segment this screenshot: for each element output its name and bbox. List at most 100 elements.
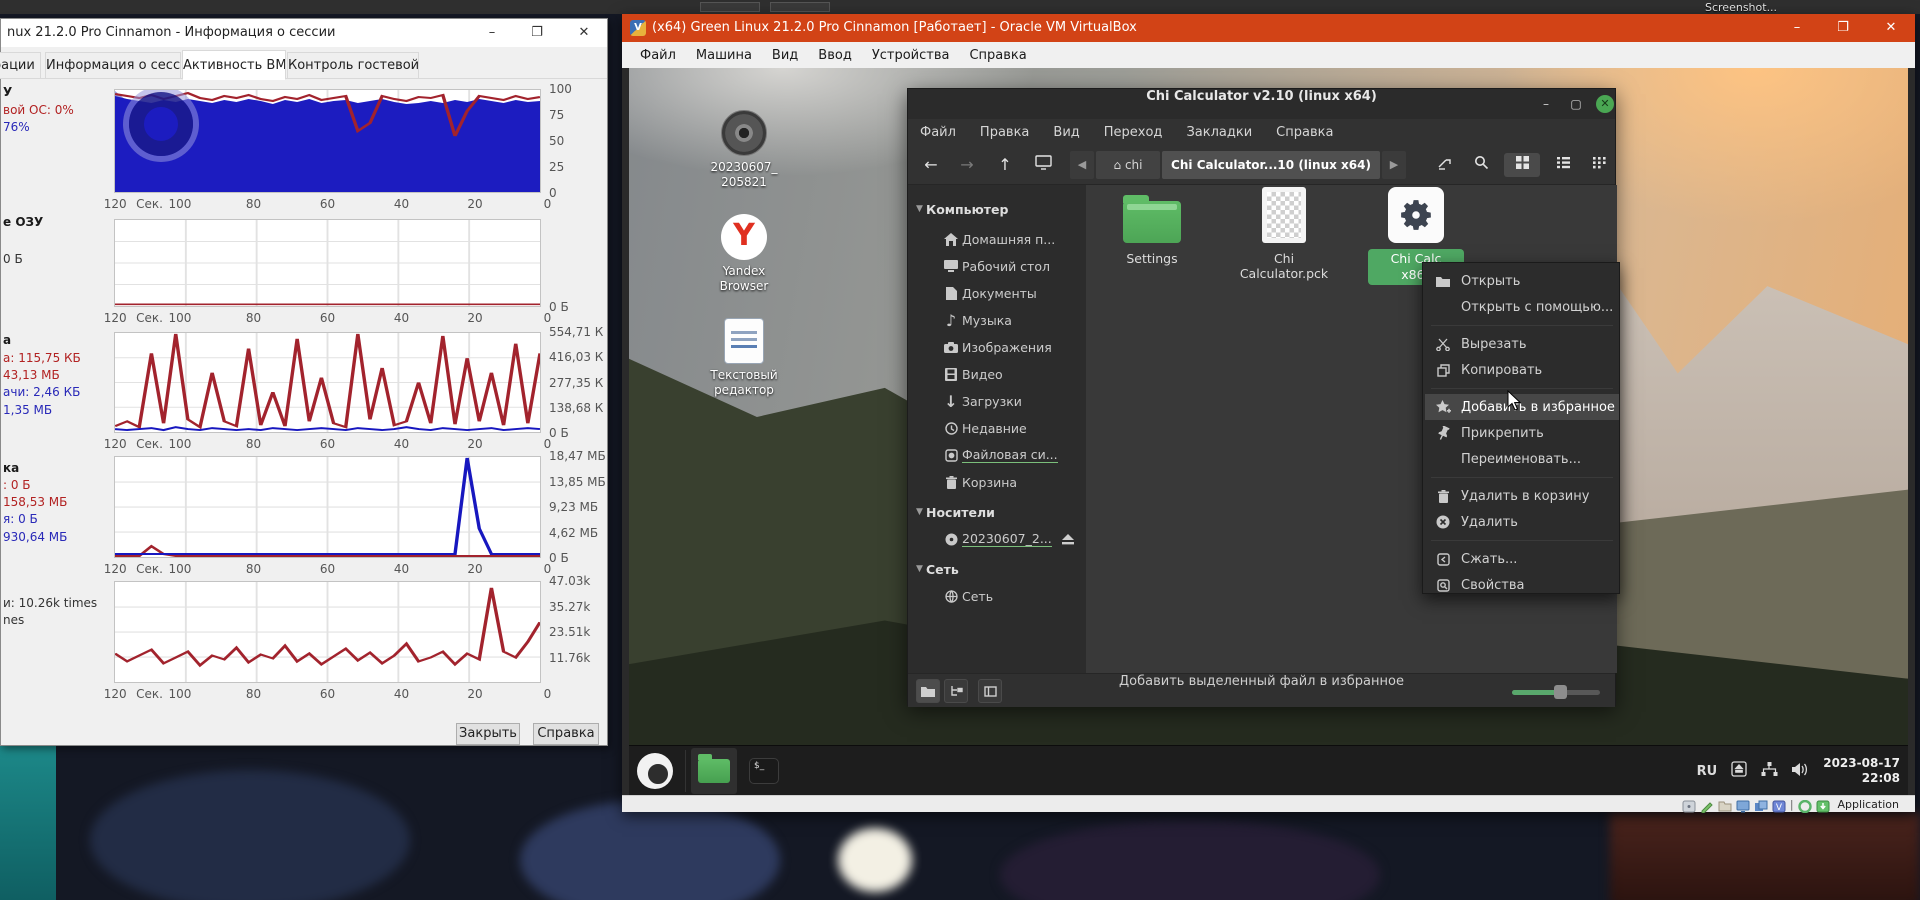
virtualization-icon[interactable]: V [1772, 798, 1786, 813]
tab-configuration[interactable]: урации [0, 52, 41, 79]
sidebar-section-media[interactable]: ▼ Носители [908, 500, 1086, 524]
chevron-down-icon[interactable]: ▼ [908, 204, 926, 214]
up-button[interactable]: ↑ [992, 153, 1018, 177]
tab-vm-activity[interactable]: Активность ВМ [182, 50, 286, 80]
sidebar-item-videos[interactable]: Видео [908, 362, 1086, 386]
context-item-open-with[interactable]: Открыть с помощью... [1425, 294, 1619, 320]
cinnamon-menu-button[interactable] [637, 753, 673, 789]
taskbar-file-manager[interactable] [691, 748, 737, 794]
folder-icon[interactable] [1718, 798, 1732, 811]
desktop-icon-yandex-browser[interactable]: Y Yandex Browser [698, 214, 790, 294]
vbox-titlebar[interactable]: V (x64) Green Linux 21.2.0 Pro Cinnamon … [622, 14, 1915, 42]
taskbar-terminal[interactable]: $_ [743, 748, 785, 794]
sidebar-item-recent[interactable]: Недавние [908, 416, 1086, 440]
context-item-rename[interactable]: Переименовать... [1425, 446, 1619, 472]
sidebar-section-network[interactable]: ▼ Сеть [908, 557, 1086, 581]
menu-help[interactable]: Справка [1276, 125, 1333, 140]
sidebar-item-music[interactable]: ♪ Музыка [908, 308, 1086, 332]
sidebar-item-filesystem[interactable]: Файловая си... [908, 443, 1086, 467]
menu-file[interactable]: Файл [920, 125, 956, 140]
sidebar-section-computer[interactable]: ▼ Компьютер [908, 197, 1086, 221]
breadcrumb-scroll-left-icon[interactable]: ◀ [1070, 151, 1094, 179]
file-settings-folder[interactable]: Settings [1104, 193, 1200, 266]
display-icon[interactable] [1736, 798, 1750, 812]
menu-help[interactable]: Справка [959, 48, 1036, 63]
removable-media-icon[interactable] [1731, 761, 1747, 781]
toggle-places-icon[interactable] [916, 679, 940, 703]
guest-additions-icon[interactable] [1816, 798, 1830, 812]
forward-button[interactable]: → [954, 153, 980, 177]
host-desktop-icon-label[interactable]: Screenshot... [1705, 1, 1777, 14]
hide-sidebar-icon[interactable] [978, 679, 1002, 703]
chevron-down-icon[interactable]: ▼ [908, 564, 926, 574]
close-button[interactable]: ✕ [563, 19, 605, 47]
maximize-button[interactable]: ❐ [516, 19, 558, 47]
minimize-button[interactable]: – [471, 19, 513, 47]
breadcrumb-current[interactable]: Chi Calculator...10 (linux x64) [1162, 151, 1380, 179]
menu-input[interactable]: Ввод [808, 48, 862, 63]
context-item-add-to-favorites[interactable]: Добавить в избранное [1425, 394, 1619, 420]
volume-icon[interactable] [1792, 762, 1809, 781]
context-item-properties[interactable]: Свойства [1425, 572, 1619, 598]
list-view-icon[interactable] [1550, 153, 1576, 177]
pen-icon[interactable] [1700, 798, 1714, 813]
tab-session-info[interactable]: Информация о сессии [45, 52, 181, 79]
context-item-cut[interactable]: Вырезать [1425, 331, 1619, 357]
sidebar-item-network[interactable]: Сеть [908, 584, 1086, 608]
context-item-move-to-trash[interactable]: Удалить в корзину [1425, 483, 1619, 509]
zoom-slider-knob[interactable] [1554, 685, 1567, 699]
toggle-treeview-icon[interactable] [944, 679, 968, 703]
menu-machine[interactable]: Машина [686, 48, 762, 63]
sidebar-item-home[interactable]: Домашняя п... [908, 227, 1086, 251]
close-button[interactable]: ✕ [1874, 14, 1908, 42]
maximize-button[interactable]: ❐ [1826, 14, 1860, 42]
nemo-titlebar[interactable]: Chi Calculator v2.10 (linux x64) – ▢ ✕ [908, 89, 1615, 119]
tablet-icon[interactable] [1682, 798, 1696, 812]
sidebar-item-documents[interactable]: Документы [908, 281, 1086, 305]
desktop-icon-text-editor[interactable]: Текстовый редактор [698, 318, 790, 398]
close-button[interactable]: ✕ [1596, 95, 1614, 113]
edit-location-icon[interactable] [1432, 153, 1458, 177]
close-dialog-button[interactable]: Закрыть [456, 723, 520, 745]
sidebar-item-disc[interactable]: 20230607_2... [908, 527, 1086, 551]
sidebar-item-pictures[interactable]: Изображения [908, 335, 1086, 359]
keyboard-layout-indicator[interactable]: RU [1697, 764, 1718, 779]
menu-devices[interactable]: Устройства [862, 48, 960, 63]
menu-edit[interactable]: Правка [980, 125, 1029, 140]
breadcrumb-home[interactable]: ⌂ chi [1096, 151, 1160, 179]
back-button[interactable]: ← [918, 153, 944, 177]
menu-go[interactable]: Переход [1104, 125, 1163, 140]
sidebar-item-trash[interactable]: Корзина [908, 470, 1086, 494]
sidebar-item-downloads[interactable]: ↓ Загрузки [908, 389, 1086, 413]
network-icon[interactable] [1761, 761, 1778, 781]
host-io-icon[interactable] [1797, 798, 1812, 813]
chevron-down-icon[interactable]: ▼ [908, 507, 926, 517]
menu-view[interactable]: Вид [762, 48, 808, 63]
context-item-pin[interactable]: Прикрепить [1425, 420, 1619, 446]
computer-icon[interactable] [1030, 153, 1056, 177]
search-icon[interactable] [1468, 153, 1494, 177]
breadcrumb-scroll-right-icon[interactable]: ▶ [1382, 151, 1406, 179]
windows-icon[interactable] [1754, 798, 1768, 811]
eject-icon[interactable] [1062, 530, 1074, 549]
tab-guest-control[interactable]: Контроль гостевой ОС [287, 52, 419, 79]
menu-separator [1431, 388, 1613, 389]
sidebar-item-desktop[interactable]: Рабочий стол [908, 254, 1086, 278]
context-item-open[interactable]: Открыть [1425, 268, 1619, 294]
clock[interactable]: 2023-08-17 22:08 [1823, 756, 1900, 786]
session-titlebar[interactable]: nux 21.2.0 Pro Cinnamon - Информация о с… [1, 19, 607, 47]
compact-view-icon[interactable] [1586, 153, 1612, 177]
menu-file[interactable]: Файл [630, 48, 686, 63]
context-item-delete[interactable]: Удалить [1425, 509, 1619, 535]
context-item-compress[interactable]: Сжать... [1425, 546, 1619, 572]
menu-bookmarks[interactable]: Закладки [1186, 125, 1252, 140]
menu-view[interactable]: Вид [1053, 125, 1079, 140]
file-chi-calculator-pck[interactable]: Chi Calculator.pck [1236, 187, 1332, 281]
grid-view-icon[interactable] [1504, 153, 1540, 177]
desktop-icon-disc[interactable]: 20230607_ 205821 [698, 110, 790, 190]
minimize-button[interactable]: – [1536, 95, 1556, 113]
help-button[interactable]: Справка [533, 723, 599, 745]
minimize-button[interactable]: – [1780, 14, 1814, 42]
maximize-button[interactable]: ▢ [1566, 95, 1586, 113]
context-item-copy[interactable]: Копировать [1425, 357, 1619, 383]
